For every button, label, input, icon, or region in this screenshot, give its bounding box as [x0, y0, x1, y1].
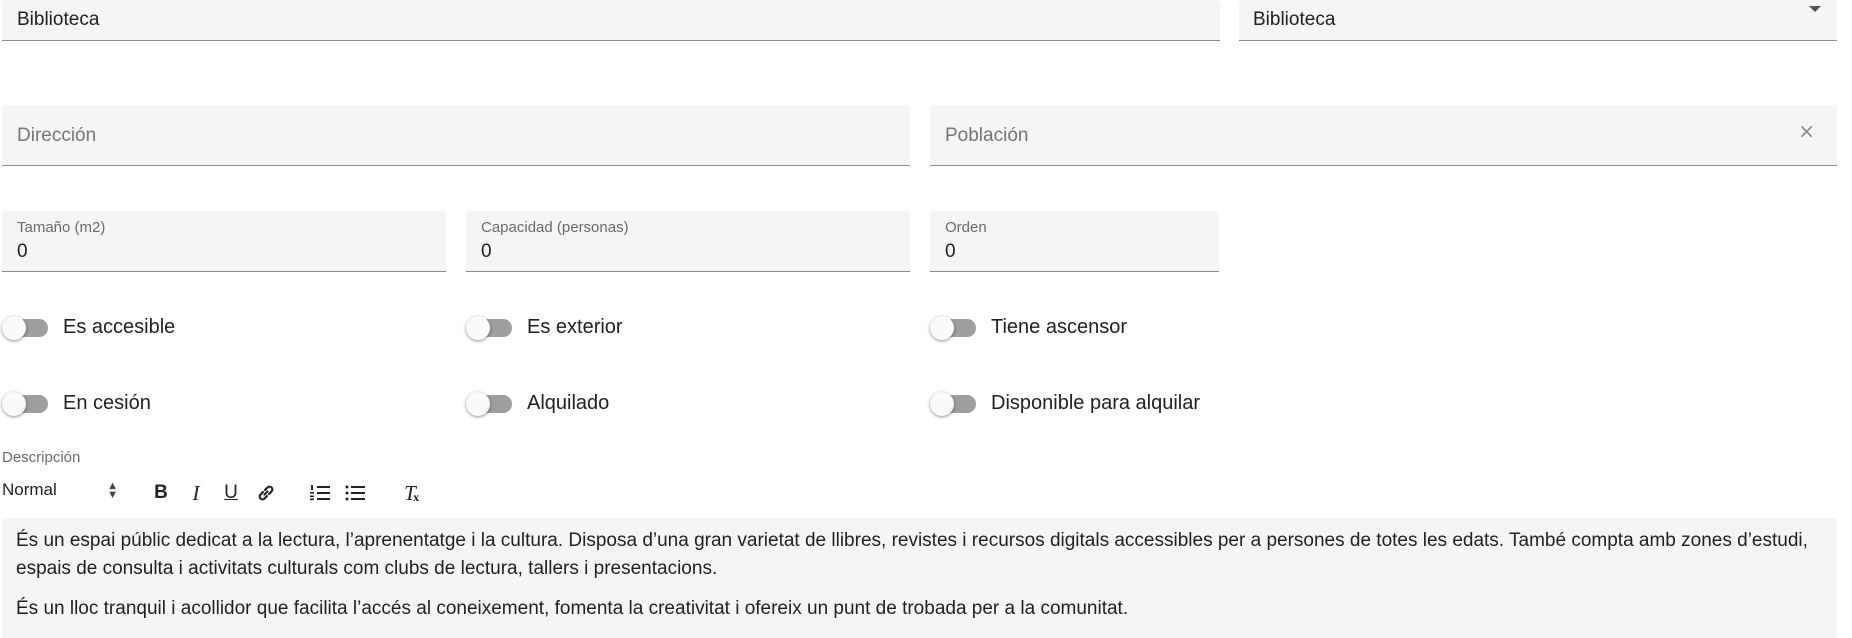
toggle-label: Tiene ascensor: [991, 316, 1127, 338]
toggle-switch[interactable]: [2, 315, 48, 340]
address-field[interactable]: Dirección: [2, 105, 910, 166]
toggle-label: Es exterior: [527, 316, 623, 338]
toggle-thumb: [2, 391, 26, 416]
underline-button[interactable]: U: [218, 480, 244, 506]
address-field-placeholder: Dirección: [17, 125, 97, 146]
toggle-alquilado[interactable]: Alquilado: [466, 391, 610, 416]
toggle-es-accesible[interactable]: Es accesible: [2, 315, 176, 340]
size-field[interactable]: Tamaño (m2) 0: [2, 211, 446, 272]
toggle-thumb: [930, 315, 954, 340]
description-paragraph: És un lloc tranquil i acollidor que faci…: [16, 598, 1129, 619]
description-label: Descripción: [2, 449, 81, 466]
toggle-switch[interactable]: [2, 391, 48, 416]
name-field-value: Biblioteca: [17, 9, 100, 30]
close-icon[interactable]: ×: [1798, 121, 1815, 141]
bold-button[interactable]: B: [148, 480, 174, 506]
link-button[interactable]: [253, 480, 279, 506]
clear-format-icon: Tx: [404, 480, 420, 505]
description-paragraph: És un espai públic dedicat a la lectura,…: [16, 530, 1808, 579]
clear-format-button[interactable]: Tx: [397, 480, 423, 506]
toggle-label: Es accesible: [63, 316, 176, 338]
toggle-label: Alquilado: [527, 392, 610, 414]
bullet-list-button[interactable]: [342, 480, 368, 506]
toggle-en-cesion[interactable]: En cesión: [2, 391, 151, 416]
capacity-field[interactable]: Capacidad (personas) 0: [466, 211, 910, 272]
order-field[interactable]: Orden 0: [930, 211, 1219, 272]
format-select[interactable]: Normal ▲ ▼: [2, 480, 120, 501]
type-select[interactable]: Biblioteca: [1239, 0, 1837, 41]
toggle-switch[interactable]: [930, 391, 976, 416]
bullet-list-icon: [345, 485, 365, 501]
updown-arrows-icon: ▲ ▼: [107, 480, 118, 501]
capacity-field-label: Capacidad (personas): [481, 219, 629, 236]
toggle-switch[interactable]: [466, 391, 512, 416]
ordered-list-button[interactable]: [307, 480, 333, 506]
capacity-field-value: 0: [481, 241, 492, 262]
type-select-value: Biblioteca: [1253, 9, 1336, 30]
name-field[interactable]: Biblioteca: [2, 0, 1220, 41]
toggle-thumb: [2, 315, 26, 340]
order-field-value: 0: [945, 241, 956, 262]
toggle-switch[interactable]: [930, 315, 976, 340]
format-select-value: Normal: [2, 480, 57, 499]
toggle-thumb: [466, 391, 490, 416]
bold-icon: B: [154, 482, 168, 503]
town-field-placeholder: Población: [945, 125, 1029, 146]
editor-toolbar: Normal ▲ ▼ B I U T x: [2, 478, 502, 510]
toggle-disponible-para-alquilar[interactable]: Disponible para alquilar: [930, 391, 1201, 416]
size-field-label: Tamaño (m2): [17, 219, 106, 236]
town-field[interactable]: Población ×: [930, 105, 1837, 166]
toggle-thumb: [466, 315, 490, 340]
ordered-list-icon: [310, 485, 330, 501]
underline-icon: U: [224, 482, 238, 503]
chevron-down-icon[interactable]: [1809, 6, 1821, 12]
toggle-tiene-ascensor[interactable]: Tiene ascensor: [930, 315, 1127, 340]
toggle-label: En cesión: [63, 392, 151, 414]
description-editor[interactable]: És un espai públic dedicat a la lectura,…: [2, 518, 1837, 638]
italic-button[interactable]: I: [183, 480, 209, 506]
size-field-value: 0: [17, 241, 28, 262]
toggle-es-exterior[interactable]: Es exterior: [466, 315, 623, 340]
order-field-label: Orden: [945, 219, 987, 236]
italic-icon: I: [192, 480, 200, 505]
toggle-label: Disponible para alquilar: [991, 392, 1201, 414]
link-icon: [258, 485, 274, 501]
toggle-thumb: [930, 391, 954, 416]
form-page: Biblioteca Biblioteca Dirección Població…: [0, 0, 1852, 638]
toggle-switch[interactable]: [466, 315, 512, 340]
